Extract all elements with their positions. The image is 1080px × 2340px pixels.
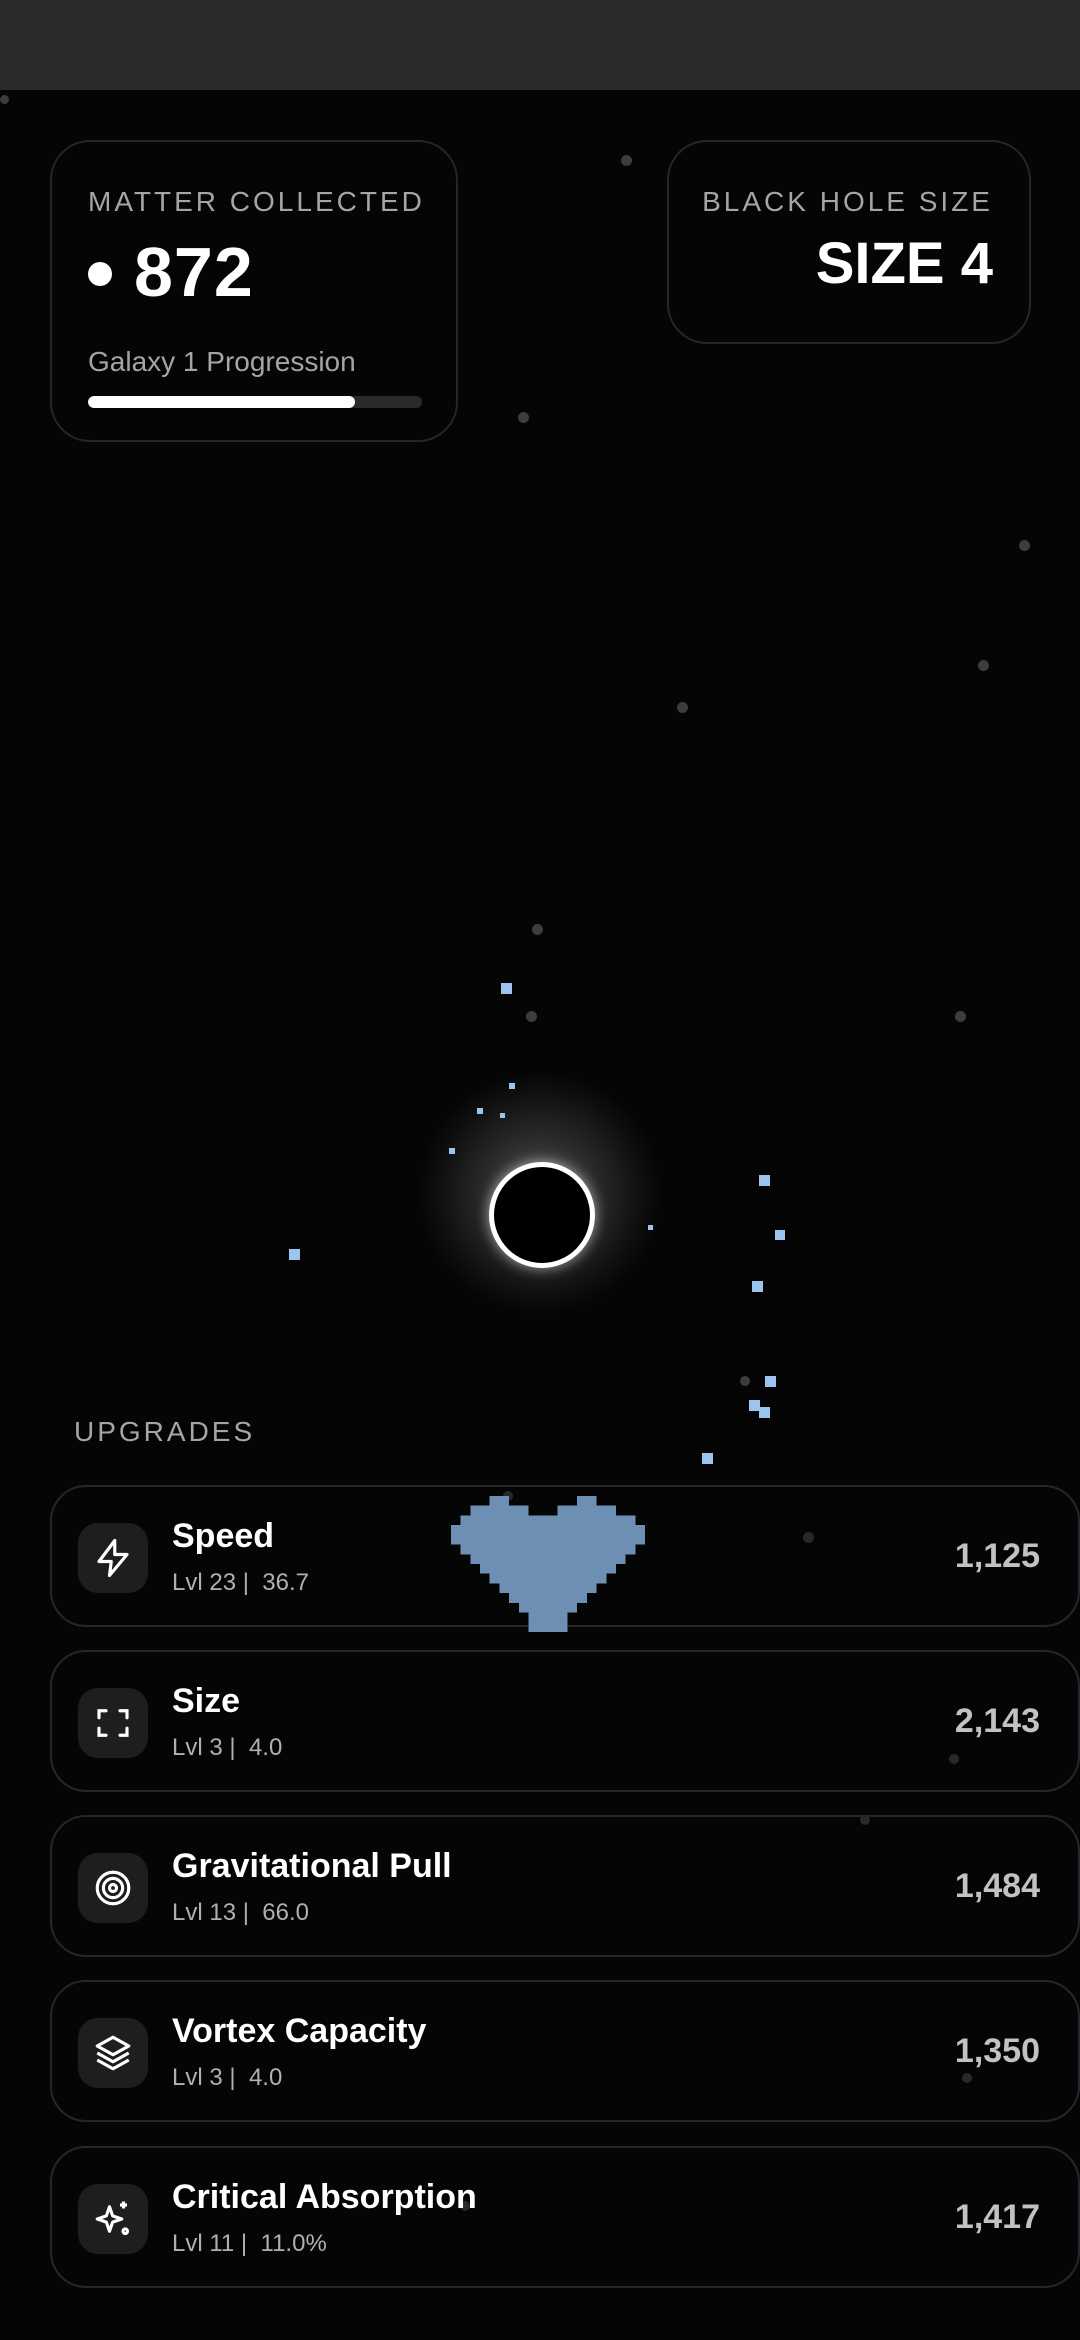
upgrade-name: Speed <box>172 1517 275 1555</box>
matter-particle <box>759 1175 770 1186</box>
lightning-icon <box>78 1523 148 1593</box>
matter-particle <box>648 1225 653 1230</box>
upgrade-level: Lvl 13 | <box>172 1899 249 1926</box>
sparkles-icon <box>78 2184 148 2254</box>
upgrade-level: Lvl 11 | <box>172 2230 248 2257</box>
status-bar <box>0 0 1080 90</box>
matter-particle <box>289 1249 300 1260</box>
upgrade-cost: 1,350 <box>954 2032 1040 2070</box>
matter-collected-label: MATTER COLLECTED <box>88 186 425 217</box>
upgrade-level-info: Lvl 3 | 4.0 <box>172 2064 282 2092</box>
upgrade-value: 4.0 <box>248 2064 283 2091</box>
upgrade-vortex-capacity[interactable]: Vortex Capacity Lvl 3 | 4.0 1,350 <box>50 1980 1080 2122</box>
matter-particle <box>765 1376 776 1387</box>
upgrade-level-info: Lvl 23 | 36.7 <box>172 1569 309 1597</box>
matter-particle <box>477 1108 483 1114</box>
upgrade-value: 11.0% <box>260 2230 327 2257</box>
upgrade-level-info: Lvl 11 | 11.0% <box>172 2230 327 2258</box>
black-hole-size-panel: BLACK HOLE SIZE SIZE 4 <box>667 140 1031 344</box>
galaxy-progress-fill <box>88 396 356 408</box>
background-star <box>518 412 529 423</box>
upgrade-name: Critical Absorption <box>172 2178 477 2216</box>
upgrade-value: 4.0 <box>248 1734 283 1761</box>
background-star <box>1019 540 1030 551</box>
upgrade-cost: 1,125 <box>954 1537 1040 1575</box>
background-star <box>0 95 9 104</box>
upgrade-value: 36.7 <box>262 1569 310 1596</box>
matter-count: 872 <box>134 233 254 311</box>
matter-particle <box>702 1453 713 1464</box>
pixel-heart-sprite <box>450 1496 646 1632</box>
background-star <box>532 924 543 935</box>
matter-particle <box>501 983 512 994</box>
upgrade-level: Lvl 23 | <box>172 1569 249 1596</box>
upgrade-name: Vortex Capacity <box>172 2012 427 2050</box>
upgrade-cost: 1,484 <box>954 1867 1040 1905</box>
upgrade-level: Lvl 3 | <box>172 2064 236 2091</box>
background-star <box>677 702 688 713</box>
matter-particle <box>500 1113 505 1118</box>
upgrades-heading: UPGRADES <box>74 1416 256 1447</box>
background-star <box>526 1011 537 1022</box>
upgrade-critical-absorption[interactable]: Critical Absorption Lvl 11 | 11.0% 1,417 <box>50 2146 1080 2288</box>
expand-frame-icon <box>78 1688 148 1758</box>
upgrade-level-info: Lvl 13 | 66.0 <box>172 1899 309 1927</box>
layers-icon <box>78 2018 148 2088</box>
black-hole-size-value: SIZE 4 <box>815 231 993 296</box>
upgrade-name: Gravitational Pull <box>172 1847 452 1885</box>
matter-particle <box>752 1281 763 1292</box>
upgrade-cost: 2,143 <box>954 1702 1040 1740</box>
galaxy-progression-label: Galaxy 1 Progression <box>88 346 356 377</box>
matter-collected-panel: MATTER COLLECTED 872 Galaxy 1 Progressio… <box>50 140 458 442</box>
upgrade-name: Size <box>172 1682 241 1720</box>
matter-particle <box>509 1083 515 1089</box>
background-star <box>955 1011 966 1022</box>
background-star <box>621 155 632 166</box>
black-hole-size-label: BLACK HOLE SIZE <box>702 186 993 217</box>
target-icon <box>78 1853 148 1923</box>
matter-particle <box>775 1230 785 1240</box>
background-star <box>740 1376 750 1386</box>
background-star <box>978 660 989 671</box>
upgrade-cost: 1,417 <box>954 2198 1040 2236</box>
upgrade-level: Lvl 3 | <box>172 1734 236 1761</box>
black-hole[interactable] <box>489 1162 595 1268</box>
matter-dot-icon <box>88 262 112 286</box>
upgrade-level-info: Lvl 3 | 4.0 <box>172 1734 282 1762</box>
matter-particle <box>449 1148 455 1154</box>
matter-particle <box>759 1407 770 1418</box>
upgrade-gravitational-pull[interactable]: Gravitational Pull Lvl 13 | 66.0 1,484 <box>50 1815 1080 1957</box>
galaxy-progress-bar <box>88 396 422 408</box>
upgrade-size[interactable]: Size Lvl 3 | 4.0 2,143 <box>50 1650 1080 1792</box>
upgrade-value: 66.0 <box>262 1899 310 1926</box>
